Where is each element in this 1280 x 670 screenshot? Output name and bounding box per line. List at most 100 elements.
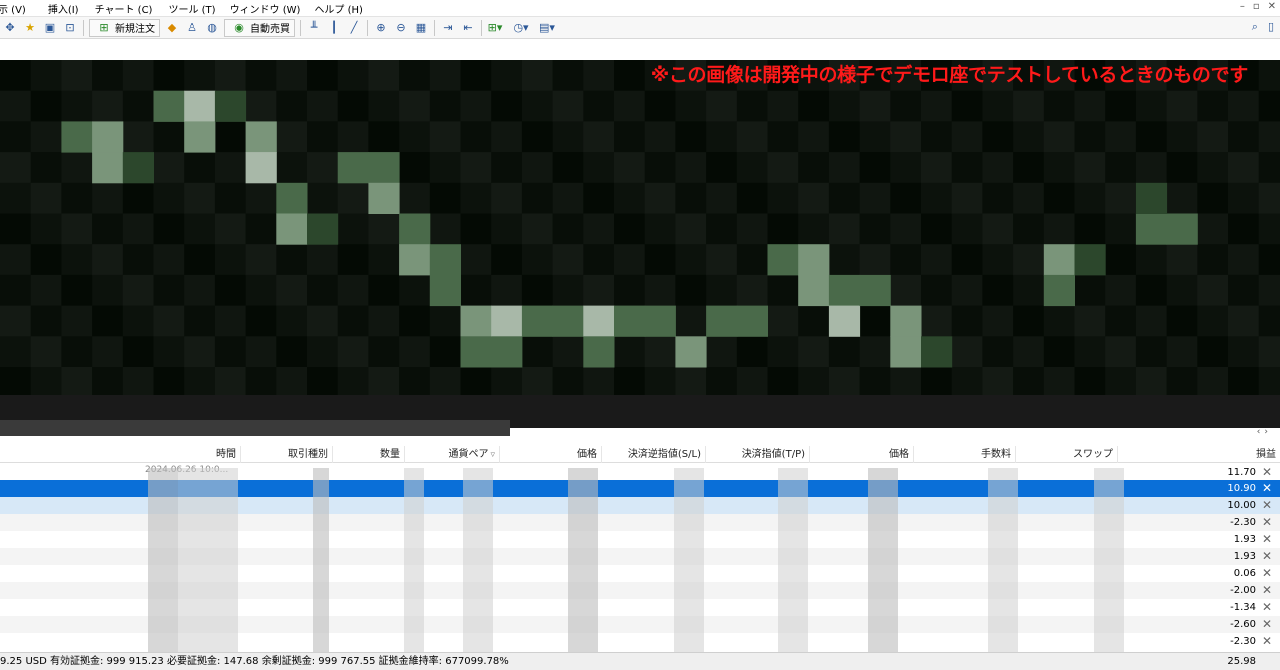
mosaic-block (767, 182, 799, 214)
signals-icon[interactable]: ♙ (184, 20, 200, 36)
mosaic-block (61, 244, 93, 276)
mosaic-block (552, 336, 584, 368)
new-order-button[interactable]: ⊞ 新規注文 (89, 18, 160, 37)
menu-view[interactable]: 示 (V) (0, 1, 36, 16)
close-position-icon[interactable]: ✕ (1262, 616, 1272, 633)
search-icon[interactable]: ⌕ (1252, 20, 1258, 34)
row-profit: -2.00 (1230, 585, 1256, 596)
mosaic-block (859, 182, 891, 214)
chart-shift-icon[interactable]: ⇤ (460, 20, 476, 36)
mosaic-block (30, 182, 62, 214)
col-swap[interactable]: スワップ (1016, 446, 1118, 463)
tile-windows-icon[interactable]: ▦ (413, 20, 429, 36)
mosaic-block (307, 367, 339, 399)
mosaic-block (982, 244, 1014, 276)
mosaic-block (859, 90, 891, 122)
col-type[interactable]: 取引種別 (241, 446, 333, 463)
col-time[interactable]: 時間 (55, 446, 241, 463)
menu-window[interactable]: ウィンドウ (W) (230, 1, 311, 16)
mosaic-block (92, 244, 124, 276)
menu-chart[interactable]: チャート (C) (95, 1, 163, 16)
chart-scroll-arrows[interactable]: ‹› (1257, 427, 1272, 437)
col-commission[interactable]: 手数料 (914, 446, 1016, 463)
mosaic-block (245, 90, 277, 122)
globe-icon[interactable]: ◍ (204, 20, 220, 36)
data-window-icon[interactable]: ⊡ (62, 20, 78, 36)
mosaic-block (583, 121, 615, 153)
mosaic-block (706, 367, 738, 399)
indicators-icon[interactable]: ⊞▾ (487, 20, 503, 36)
col-sl[interactable]: 決済逆指値(S/L) (602, 446, 706, 463)
row-profit: -1.34 (1230, 602, 1256, 613)
mosaic-block (429, 305, 461, 337)
mosaic-block (92, 60, 124, 92)
favorites-icon[interactable]: ★ (22, 20, 38, 36)
row-profit: 1.93 (1233, 534, 1256, 545)
navigator-icon[interactable]: ▣ (42, 20, 58, 36)
mosaic-block (552, 305, 584, 337)
candlestick-icon[interactable]: ┃ (326, 20, 342, 36)
mosaic-block (1074, 90, 1106, 122)
col-symbol-label: 通貨ペア (448, 449, 489, 460)
zoom-out-icon[interactable]: ⊖ (393, 20, 409, 36)
mosaic-block (552, 182, 584, 214)
toolbar-right: ⌕ ▯ (1252, 20, 1274, 34)
chart-bottom-band (510, 428, 1280, 436)
close-position-icon[interactable]: ✕ (1262, 497, 1272, 514)
col-tp[interactable]: 決済指値(T/P) (706, 446, 810, 463)
auto-trade-button[interactable]: ◉ 自動売買 (224, 18, 295, 37)
market-watch-icon[interactable]: ◆ (164, 20, 180, 36)
col-volume[interactable]: 数量 (333, 446, 405, 463)
menu-tools[interactable]: ツール (T) (168, 1, 225, 16)
price-chart[interactable]: ※この画像は開発中の様子でデモロ座でテストしているときのものです (0, 60, 1280, 436)
line-chart-icon[interactable]: ╱ (346, 20, 362, 36)
mosaic-block (1166, 244, 1198, 276)
close-position-icon[interactable]: ✕ (1262, 633, 1272, 650)
bar-chart-icon[interactable]: ╨ (306, 20, 322, 36)
col-current-price[interactable]: 価格 (810, 446, 914, 463)
close-position-icon[interactable]: ✕ (1262, 582, 1272, 599)
mosaic-block (1228, 367, 1260, 399)
templates-icon[interactable]: ▤▾ (539, 20, 555, 36)
mosaic-block (1197, 244, 1229, 276)
close-position-icon[interactable]: ✕ (1262, 480, 1272, 497)
close-position-icon[interactable]: ✕ (1262, 599, 1272, 616)
close-position-icon[interactable]: ✕ (1262, 548, 1272, 565)
restore-icon[interactable]: ▫ (1253, 1, 1260, 12)
mosaic-block (184, 305, 216, 337)
mosaic-block (1197, 213, 1229, 245)
sidebar-icon[interactable]: ▯ (1268, 20, 1274, 34)
mosaic-block (368, 213, 400, 245)
crosshair-icon[interactable]: ✥ (2, 20, 18, 36)
col-profit[interactable]: 損益 (1118, 446, 1280, 463)
menu-insert[interactable]: 挿入(I) (48, 1, 89, 16)
close-window-icon[interactable]: ✕ (1268, 1, 1276, 12)
minimize-icon[interactable]: – (1240, 1, 1245, 12)
zoom-in-icon[interactable]: ⊕ (373, 20, 389, 36)
close-position-icon[interactable]: ✕ (1262, 514, 1272, 531)
mosaic-block (552, 213, 584, 245)
close-position-icon[interactable]: ✕ (1262, 464, 1272, 481)
mosaic-block (1013, 336, 1045, 368)
close-position-icon[interactable]: ✕ (1262, 565, 1272, 582)
menu-help[interactable]: ヘルプ (H) (314, 1, 373, 16)
col-symbol[interactable]: 通貨ペア ▿ (405, 446, 500, 463)
mosaic-block (1228, 244, 1260, 276)
row-profit: 11.70 (1227, 467, 1256, 478)
mosaic-block (1197, 274, 1229, 307)
mosaic-block (214, 367, 247, 399)
mosaic-block (1074, 213, 1106, 245)
mosaic-block (798, 152, 830, 184)
close-position-icon[interactable]: ✕ (1262, 531, 1272, 548)
status-bar: 9.25 USD 有効証拠金: 999 915.23 必要証拠金: 147.68… (0, 652, 1280, 670)
col-price[interactable]: 価格 (500, 446, 602, 463)
new-order-icon: ⊞ (99, 21, 109, 34)
mosaic-block (1013, 90, 1045, 122)
mosaic-block (337, 367, 369, 399)
auto-scroll-icon[interactable]: ⇥ (440, 20, 456, 36)
mosaic-block (675, 121, 707, 153)
mosaic-block (1105, 213, 1137, 245)
mosaic-block (1013, 244, 1045, 276)
mosaic-block (307, 90, 339, 122)
periods-icon[interactable]: ◷▾ (513, 20, 529, 36)
